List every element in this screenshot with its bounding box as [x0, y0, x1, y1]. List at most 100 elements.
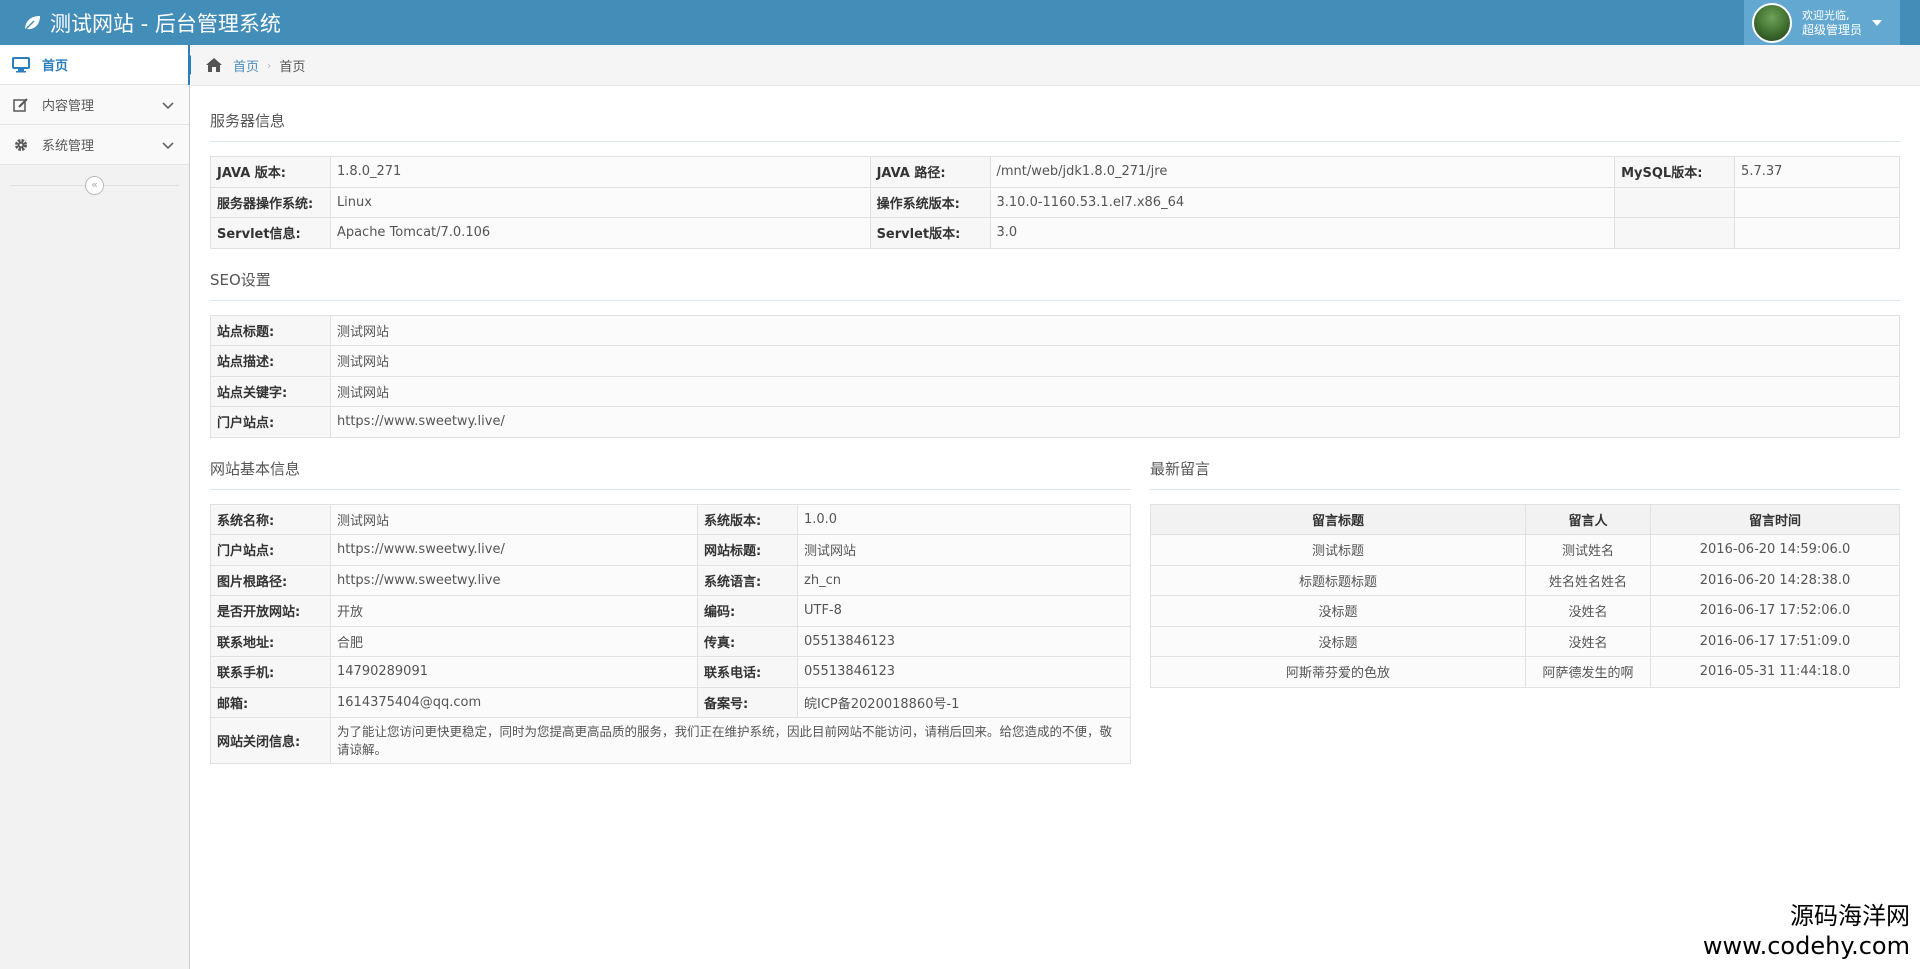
site-value: 皖ICP备2020018860号-1 [797, 686, 1131, 718]
sidebar-item-system[interactable]: 系统管理 [0, 125, 189, 165]
site-value: 05513846123 [797, 656, 1131, 688]
avatar[interactable] [1752, 2, 1792, 43]
message-cell: 没姓名 [1525, 625, 1651, 657]
server-info-title: 服务器信息 [210, 112, 286, 130]
seo-title: SEO设置 [210, 270, 271, 289]
server-label: Servlet信息: [210, 217, 331, 249]
chevron-down-icon [162, 142, 174, 150]
message-cell: 阿萨德发生的啊 [1525, 656, 1651, 688]
sidebar-item-content[interactable]: 内容管理 [0, 85, 189, 125]
table-row[interactable]: 阿斯蒂芬爱的色放 阿萨德发生的啊 2016-05-31 11:44:18.0 [1150, 656, 1900, 688]
message-cell: 2016-06-20 14:28:38.0 [1650, 564, 1900, 596]
user-menu[interactable]: 欢迎光临, 超级管理员 [1744, 0, 1900, 45]
server-value: 3.10.0-1160.53.1.el7.x86_64 [989, 186, 1616, 218]
sidebar-item-home[interactable]: 首页 [0, 45, 199, 85]
sidebar: 首页 内容管理 系统管理 « [0, 45, 199, 969]
message-cell: 2016-05-31 11:44:18.0 [1650, 656, 1900, 688]
home-icon [206, 58, 222, 72]
seo-label: 站点关键字: [210, 375, 331, 407]
message-cell: 2016-06-17 17:51:09.0 [1650, 625, 1900, 657]
leaf-icon [24, 15, 40, 30]
message-cell: 2016-06-17 17:52:06.0 [1650, 595, 1900, 627]
seo-value: 测试网站 [330, 375, 1900, 407]
site-value: 1.0.0 [797, 503, 1131, 535]
site-label: 联系电话: [697, 656, 798, 688]
message-cell: 测试姓名 [1525, 534, 1651, 566]
collapse-icon[interactable]: « [85, 176, 104, 195]
site-label: 联系地址: [210, 625, 331, 657]
site-value: 1614375404@qq.com [330, 686, 698, 718]
server-label: JAVA 版本: [210, 156, 331, 188]
message-cell: 2016-06-20 14:59:06.0 [1650, 534, 1900, 566]
breadcrumb-current: 首页 [279, 59, 306, 75]
app-title: 测试网站 - 后台管理系统 [50, 11, 281, 36]
message-cell: 没标题 [1150, 625, 1526, 657]
table-row[interactable]: 标题标题标题 姓名姓名姓名 2016-06-20 14:28:38.0 [1150, 564, 1900, 596]
site-label: 是否开放网站: [210, 595, 331, 627]
server-label: Servlet版本: [869, 217, 991, 249]
breadcrumb-separator: › [267, 58, 272, 72]
message-cell: 没姓名 [1525, 595, 1651, 627]
seo-label: 门户站点: [210, 406, 331, 438]
table-row[interactable]: 没标题 没姓名 2016-06-17 17:52:06.0 [1150, 595, 1900, 627]
sidebar-item-label: 内容管理 [42, 99, 95, 114]
user-role: 超级管理员 [1802, 22, 1863, 37]
table-row: JAVA 版本: 1.8.0_271 JAVA 路径:/mnt/web/jdk1.8… [210, 156, 1900, 188]
server-value: 1.8.0_271 [329, 156, 871, 188]
portal-link[interactable]: https://www.sweetwy.live/ [330, 534, 698, 566]
site-label: 系统版本: [697, 503, 798, 535]
server-value: Apache Tomcat/7.0.106 [329, 217, 871, 249]
top-navbar: 测试网站 - 后台管理系统 欢迎光临, 超级管理员 [0, 0, 1920, 45]
server-label: 服务器操作系统: [210, 186, 331, 218]
table-row: Servlet信息: Apache Tomcat/7.0.106 Servlet版本… [210, 217, 1900, 249]
server-info-table: JAVA 版本: 1.8.0_271 JAVA 路径:/mnt/web/jdk1.8… [210, 156, 1900, 249]
message-cell: 姓名姓名姓名 [1525, 564, 1651, 596]
closed-message: 为了能让您访问更快更稳定，同时为您提高更高品质的服务，我们正在维护系统，因此目前… [330, 717, 1131, 764]
watermark: 源码海洋网 www.codehy.com [1703, 901, 1910, 961]
server-value: Linux [329, 186, 871, 218]
column-header: 留言人 [1525, 503, 1651, 535]
site-label: 系统语言: [697, 564, 798, 596]
server-label: MySQL版本: [1614, 156, 1736, 188]
table-row[interactable]: 没标题 没姓名 2016-06-17 17:51:09.0 [1150, 625, 1900, 657]
messages-title: 最新留言 [1150, 459, 1211, 478]
welcome-text: 欢迎光临, [1802, 8, 1850, 22]
sidebar-collapse: « [0, 165, 189, 205]
message-cell: 阿斯蒂芬爱的色放 [1150, 656, 1526, 688]
seo-value: 测试网站 [330, 314, 1900, 346]
server-value: 3.0 [989, 217, 1616, 249]
sidebar-item-label: 首页 [42, 59, 69, 74]
site-value: 合肥 [330, 625, 698, 657]
server-label [1614, 186, 1736, 218]
site-label: 网站关闭信息: [210, 717, 331, 764]
breadcrumb-home-link[interactable]: 首页 [233, 56, 259, 75]
desktop-icon [12, 56, 30, 74]
table-row: 站点关键字: 测试网站 [210, 375, 1900, 407]
server-value: 5.7.37 [1734, 156, 1900, 188]
site-value: 05513846123 [797, 625, 1131, 657]
server-value: /mnt/web/jdk1.8.0_271/jre [989, 156, 1616, 188]
watermark-cn: 源码海洋网 [1790, 902, 1910, 930]
site-value: 测试网站 [330, 503, 698, 535]
edit-icon [12, 96, 30, 114]
table-row: 邮箱: 1614375404@qq.com 备案号: 皖ICP备2020018860号… [210, 686, 1131, 718]
portal-link[interactable]: https://www.sweetwy.live/ [330, 406, 1900, 438]
brand[interactable]: 测试网站 - 后台管理系统 [22, 0, 281, 45]
table-row: 服务器操作系统: Linux 操作系统版本: 3.10.0-1160.53.1.el7… [210, 186, 1900, 218]
message-cell: 测试标题 [1150, 534, 1526, 566]
seo-value: 测试网站 [330, 345, 1900, 377]
site-label: 门户站点: [210, 534, 331, 566]
message-cell: 标题标题标题 [1150, 564, 1526, 596]
site-value: https://www.sweetwy.live [330, 564, 698, 596]
table-row: 是否开放网站: 开放 编码: UTF-8 [210, 595, 1131, 627]
site-value: 测试网站 [797, 534, 1131, 566]
table-row[interactable]: 测试标题 测试姓名 2016-06-20 14:59:06.0 [1150, 534, 1900, 566]
site-value: 开放 [330, 595, 698, 627]
site-info-title: 网站基本信息 [210, 459, 301, 478]
gear-icon [12, 136, 30, 154]
caret-down-icon[interactable] [1872, 19, 1883, 26]
server-label: 操作系统版本: [869, 186, 991, 218]
table-row: 站点描述: 测试网站 [210, 345, 1900, 377]
site-value: zh_cn [797, 564, 1131, 596]
table-row: 联系地址: 合肥 传真: 05513846123 [210, 625, 1131, 657]
